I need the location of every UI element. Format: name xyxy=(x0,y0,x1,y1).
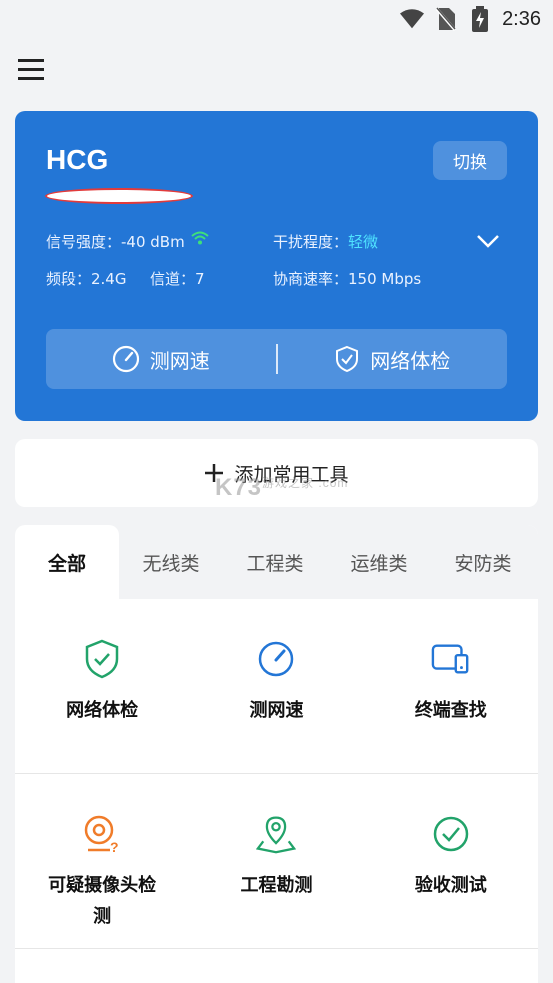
check-circle-icon xyxy=(431,814,471,854)
interference-level: 干扰程度：轻微 xyxy=(273,231,378,252)
tool-label: 工程勘测 xyxy=(240,875,313,896)
app-bar xyxy=(0,40,553,102)
network-check-button[interactable]: 网络体检 xyxy=(278,329,508,389)
watermark-sub: 游戏之家 .com xyxy=(262,476,349,490)
speed-test-button[interactable]: 测网速 xyxy=(46,329,276,389)
speed-test-label: 测网速 xyxy=(149,348,210,373)
interference-value: 轻微 xyxy=(348,233,379,251)
status-bar: 2:36 xyxy=(0,0,553,38)
wifi-signal-icon xyxy=(400,7,425,31)
tool-speed-test[interactable]: 测网速 xyxy=(189,599,363,773)
signal-strength-label: 信号强度：-40 dBm xyxy=(46,233,185,251)
speedometer-icon xyxy=(256,639,296,679)
svg-text:?: ? xyxy=(110,839,119,854)
redacted-mac-address xyxy=(45,188,193,204)
watermark-text: K73 xyxy=(215,474,263,501)
negotiated-rate: 协商速率：150 Mbps xyxy=(273,270,422,288)
interference-label: 干扰程度： xyxy=(273,233,349,251)
tool-camera-detect[interactable]: ? 可疑摄像头检测 xyxy=(15,774,189,948)
frequency-band: 频段：2.4G xyxy=(46,270,127,288)
menu-button[interactable] xyxy=(16,56,46,84)
camera-question-icon: ? xyxy=(82,814,122,854)
tab-all[interactable]: 全部 xyxy=(15,525,119,599)
tab-operations[interactable]: 运维类 xyxy=(327,525,431,599)
network-check-label: 网络体检 xyxy=(370,348,451,373)
devices-icon xyxy=(431,639,471,679)
tab-security[interactable]: 安防类 xyxy=(431,525,535,599)
tool-label: 可疑摄像头检测 xyxy=(48,875,157,927)
hamburger-menu-icon xyxy=(18,59,44,80)
tool-row: 网络体检 测网速 终端查找 xyxy=(15,599,538,774)
status-time: 2:36 xyxy=(502,7,541,30)
shield-check-icon xyxy=(336,345,359,373)
tool-site-survey[interactable]: 工程勘测 xyxy=(189,774,363,948)
speedometer-icon xyxy=(112,345,139,373)
shield-check-icon xyxy=(82,639,122,679)
wifi-strength-icon xyxy=(191,231,210,245)
no-sim-icon xyxy=(434,7,458,31)
tab-wireless[interactable]: 无线类 xyxy=(119,525,223,599)
wifi-ssid: HCG xyxy=(46,144,109,175)
card-action-bar: 测网速 网络体检 xyxy=(46,329,507,389)
battery-charging-icon xyxy=(468,6,492,32)
tool-label: 测网速 xyxy=(249,700,304,721)
signal-strength: 信号强度：-40 dBm xyxy=(46,231,210,252)
channel: 信道：7 xyxy=(150,270,205,288)
tool-label: 终端查找 xyxy=(414,700,487,721)
tool-acceptance-test[interactable]: 验收测试 xyxy=(364,774,538,948)
chevron-down-icon[interactable] xyxy=(476,233,500,249)
tool-device-finder[interactable]: 终端查找 xyxy=(364,599,538,773)
tools-panel: 全部 无线类 工程类 运维类 安防类 网络体检 测网速 终端查找 ? 可疑摄像头… xyxy=(15,525,538,983)
tool-network-check[interactable]: 网络体检 xyxy=(15,599,189,773)
switch-network-button[interactable]: 切换 xyxy=(433,141,507,180)
tool-row: ? 可疑摄像头检测 工程勘测 验收测试 xyxy=(15,774,538,949)
tool-label: 网络体检 xyxy=(66,700,139,721)
watermark: K73游戏之家 .com xyxy=(215,474,348,502)
tab-engineering[interactable]: 工程类 xyxy=(223,525,327,599)
tool-label: 验收测试 xyxy=(414,875,487,896)
wifi-info-card: HCG 切换 信号强度：-40 dBm 干扰程度：轻微 频段：2.4G 信道：7… xyxy=(15,111,538,421)
map-pin-icon xyxy=(256,814,297,854)
category-tabs: 全部 无线类 工程类 运维类 安防类 xyxy=(15,525,538,599)
